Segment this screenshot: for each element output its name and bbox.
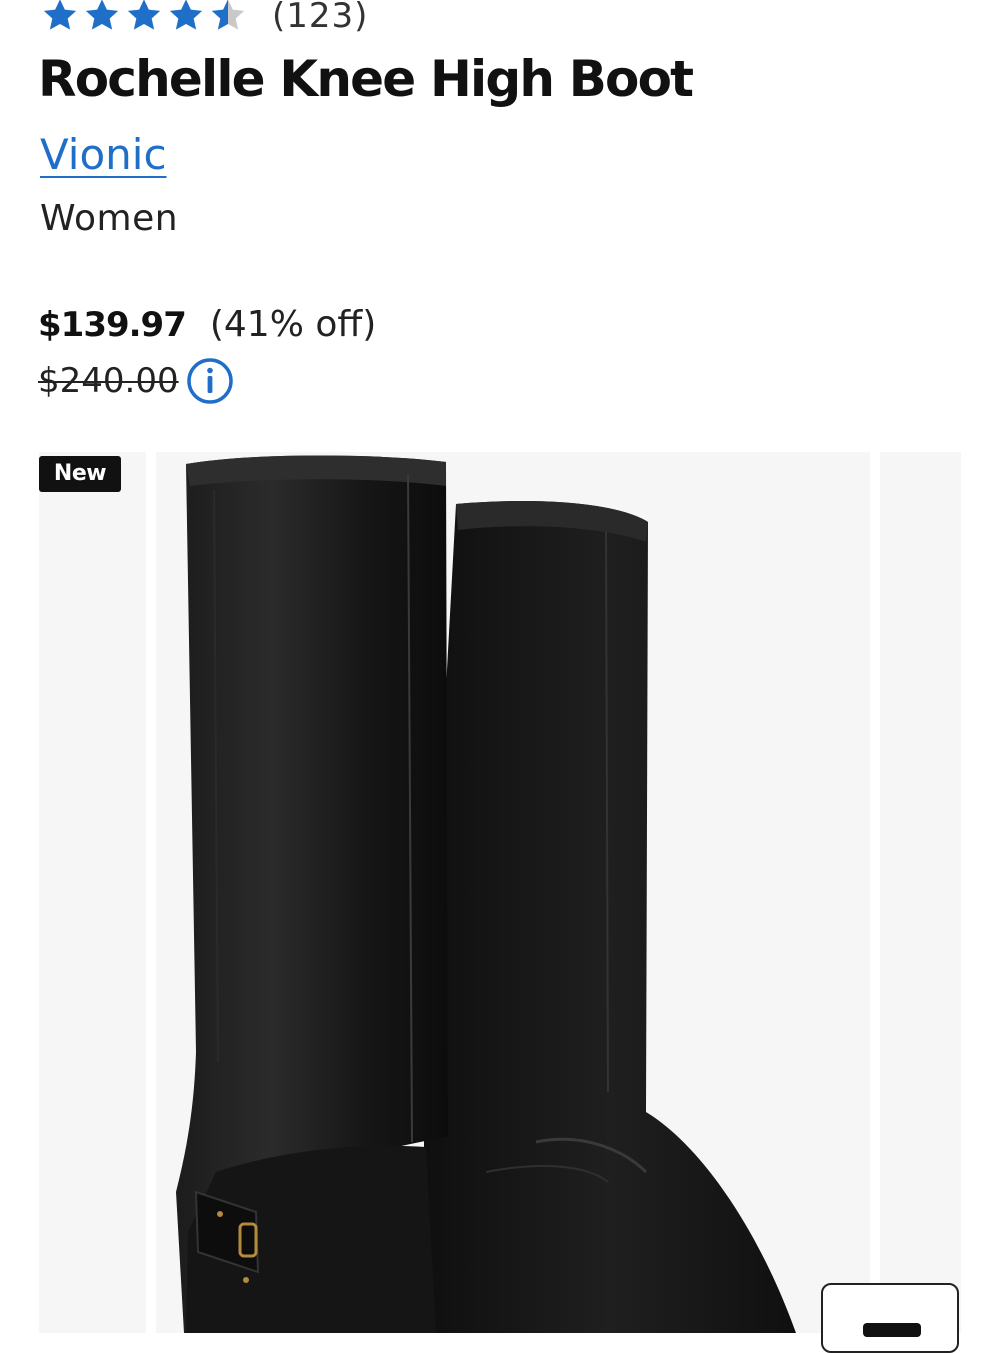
rating-stars	[40, 0, 248, 36]
product-image[interactable]	[156, 452, 870, 1333]
original-price: $240.00	[38, 361, 179, 401]
sale-price: $139.97	[38, 305, 187, 345]
discount-label: (41% off)	[209, 304, 377, 345]
gallery-thumbnail-previous[interactable]	[39, 452, 146, 1333]
star-half-icon	[211, 0, 245, 30]
star-icon	[85, 0, 119, 30]
info-icon[interactable]	[185, 356, 235, 406]
star-icon	[169, 0, 203, 30]
gender-label: Women	[40, 198, 179, 239]
product-gallery[interactable]	[0, 452, 1000, 1333]
review-count[interactable]: (123)	[272, 0, 368, 36]
boot-illustration	[176, 455, 796, 1333]
gallery-thumbnail-next[interactable]	[880, 452, 961, 1333]
product-title: Rochelle Knee High Boot	[38, 50, 694, 108]
star-icon	[43, 0, 77, 30]
floating-action-button[interactable]	[821, 1283, 959, 1353]
floating-action-icon	[863, 1323, 921, 1337]
rating-row[interactable]: (123)	[40, 0, 368, 38]
new-badge: New	[39, 456, 121, 492]
star-icon	[127, 0, 161, 30]
brand-link[interactable]: Vionic	[40, 130, 167, 179]
original-price-row: $240.00	[38, 356, 235, 406]
price-row: $139.97 (41% off)	[38, 304, 376, 345]
